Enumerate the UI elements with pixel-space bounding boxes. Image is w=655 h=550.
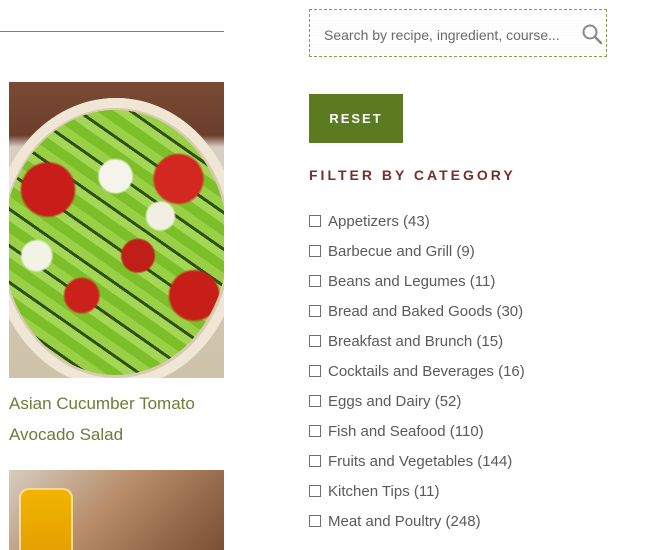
checkbox[interactable] (309, 485, 321, 497)
category-label: Barbecue and Grill (9) (328, 242, 475, 260)
category-item-bread-baked-goods[interactable]: Bread and Baked Goods (30) (309, 296, 525, 326)
category-label: Cocktails and Beverages (16) (328, 362, 525, 380)
section-divider (0, 31, 224, 32)
checkbox[interactable] (309, 245, 321, 257)
category-label: Kitchen Tips (11) (328, 482, 440, 500)
category-item-breakfast-brunch[interactable]: Breakfast and Brunch (15) (309, 326, 525, 356)
checkbox[interactable] (309, 305, 321, 317)
category-item-beans-legumes[interactable]: Beans and Legumes (11) (309, 266, 525, 296)
category-label: Appetizers (43) (328, 212, 430, 230)
checkbox[interactable] (309, 335, 321, 347)
checkbox[interactable] (309, 275, 321, 287)
checkbox[interactable] (309, 425, 321, 437)
category-item-eggs-dairy[interactable]: Eggs and Dairy (52) (309, 386, 525, 416)
category-item-cocktails-beverages[interactable]: Cocktails and Beverages (16) (309, 356, 525, 386)
category-item-meat-poultry[interactable]: Meat and Poultry (248) (309, 506, 525, 536)
category-item-fruits-vegetables[interactable]: Fruits and Vegetables (144) (309, 446, 525, 476)
recipe-title-line-1: Asian Cucumber Tomato (9, 394, 195, 413)
category-item-barbecue-grill[interactable]: Barbecue and Grill (9) (309, 236, 525, 266)
checkbox[interactable] (309, 455, 321, 467)
category-filter-list: Appetizers (43) Barbecue and Grill (9) B… (309, 206, 525, 536)
reset-button[interactable]: RESET (309, 94, 403, 143)
category-label: Fruits and Vegetables (144) (328, 452, 513, 470)
search-input[interactable] (322, 24, 571, 46)
category-label: Beans and Legumes (11) (328, 272, 496, 290)
category-label: Breakfast and Brunch (15) (328, 332, 504, 350)
checkbox[interactable] (309, 215, 321, 227)
checkbox[interactable] (309, 365, 321, 377)
category-item-kitchen-tips[interactable]: Kitchen Tips (11) (309, 476, 525, 506)
search-icon[interactable] (580, 22, 604, 46)
checkbox[interactable] (309, 515, 321, 527)
category-item-fish-seafood[interactable]: Fish and Seafood (110) (309, 416, 525, 446)
recipe-image-next[interactable] (9, 470, 224, 550)
category-label: Bread and Baked Goods (30) (328, 302, 524, 320)
filter-heading: FILTER BY CATEGORY (309, 167, 516, 183)
category-label: Eggs and Dairy (52) (328, 392, 462, 410)
search-box (309, 9, 607, 57)
category-item-appetizers[interactable]: Appetizers (43) (309, 206, 525, 236)
recipe-title-link[interactable]: Asian Cucumber Tomato Avocado Salad (9, 388, 224, 450)
checkbox[interactable] (309, 395, 321, 407)
recipe-title-line-2: Avocado Salad (9, 425, 124, 444)
category-label: Fish and Seafood (110) (328, 422, 484, 440)
recipe-image-cucumber-salad[interactable] (9, 82, 224, 378)
category-label: Meat and Poultry (248) (328, 512, 481, 530)
salad-illustration (9, 110, 224, 375)
